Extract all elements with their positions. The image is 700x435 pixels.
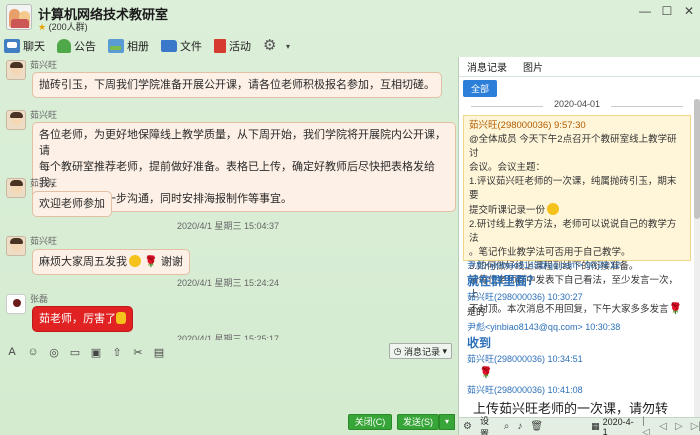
history-date[interactable]: 2020-4-1 (603, 417, 635, 435)
prev-page-icon[interactable]: ◁ (659, 421, 667, 432)
avatar[interactable] (6, 110, 26, 130)
first-page-icon[interactable]: |◁ (642, 416, 651, 435)
folder-icon (161, 40, 177, 52)
tab-album[interactable]: 相册 (108, 38, 149, 54)
speaker-icon[interactable]: ♪ (517, 421, 522, 432)
tab-files[interactable]: 文件 (161, 38, 202, 54)
date-separator: 2020-04-01 (459, 99, 695, 113)
panel-footer: ⚙ 设置 ⌕ ♪ 🗑 ▦ 2020-4-1 |◁ ◁ ▷ ▷| (459, 414, 700, 435)
sender-name: 张磊 (30, 294, 49, 304)
history-meta: 尹彪<yinbiao8143@qq.com> 10:30:38 (467, 322, 621, 332)
rose-icon: 🌹 (479, 367, 493, 379)
filter-row: 全部 (459, 78, 700, 98)
calendar-icon[interactable]: ▦ (591, 421, 600, 432)
gear-icon: ⚙ (263, 37, 277, 54)
close-icon[interactable]: ✕ (682, 4, 696, 18)
album-icon (108, 39, 124, 53)
window-controls: — ☐ ✕ (638, 4, 696, 18)
rose-icon: 🌹 (144, 256, 158, 268)
emoji-icon[interactable]: ☺ (27, 346, 39, 358)
upload-icon[interactable]: ⇧ (111, 346, 123, 359)
history-panel: 消息记录 图片 全部 2020-04-01 茹兴旺(298000036) 9:5… (458, 57, 700, 435)
maximize-icon[interactable]: ☐ (660, 4, 674, 18)
history-text: 收到 (467, 336, 492, 350)
panel-tabs: 消息记录 图片 (459, 57, 700, 77)
emoji-icon (129, 255, 141, 267)
tab-chat[interactable]: 聊天 (4, 38, 45, 54)
avatar[interactable] (6, 60, 26, 80)
send-button[interactable]: 发送(S) (397, 414, 439, 430)
timestamp: 2020/4/1 星期三 15:04:37 (176, 221, 280, 231)
font-icon[interactable]: A (6, 346, 18, 358)
star-icon: ★ (38, 22, 47, 32)
scrollbar-thumb[interactable] (694, 99, 700, 219)
message-bubble: 欢迎老师参加 (32, 191, 112, 217)
image-icon[interactable]: ▣ (90, 346, 102, 359)
message-bubble: 麻烦大家周五发我 🌹 谢谢 (32, 249, 190, 275)
tab-pictures[interactable]: 图片 (515, 59, 551, 74)
tab-notice[interactable]: 公告 (57, 38, 96, 54)
group-toolbar: 聊天 公告 相册 文件 活动 ⚙ ▾ (4, 36, 290, 56)
avatar[interactable] (6, 294, 26, 314)
send-options-chevron-icon[interactable]: ▾ (439, 414, 455, 430)
gear-icon[interactable]: ⚙ (463, 421, 472, 432)
message-input[interactable] (0, 362, 456, 412)
message-bubble: 抛砖引玉，下周我们学院准备开展公开课，请各位老师积极报名参加，互相切磋。 (32, 72, 442, 98)
history-meta: 茹兴旺(298000036) 10:30:27 (467, 292, 583, 302)
group-member-count: ★ (200人群) (38, 22, 88, 32)
more-icon[interactable]: ▤ (153, 346, 165, 359)
scrollbar[interactable] (694, 99, 700, 419)
chevron-down-icon[interactable]: ▾ (286, 42, 290, 51)
filter-all[interactable]: 全部 (463, 79, 498, 97)
clock-icon: ◷ (393, 345, 402, 356)
tab-message-history[interactable]: 消息记录 (459, 59, 515, 74)
settings-menu[interactable]: ⚙ (263, 37, 282, 54)
timestamp: 2020/4/1 星期三 15:25:17 (176, 334, 280, 340)
history-button[interactable]: ◷ 消息记录 ▾ (388, 343, 452, 359)
history-meta: 茹兴旺(298000036) 10:41:08 (467, 385, 583, 395)
close-button[interactable]: 关闭(C) (348, 414, 392, 430)
tab-events[interactable]: 活动 (214, 38, 251, 54)
history-text: 上传茹兴旺老师的一次课，请勿转 (473, 401, 669, 416)
avatar[interactable] (6, 178, 26, 198)
title-bar: 计算机网络技术教研室 ★ (200人群) — ☐ ✕ (0, 0, 700, 34)
last-page-icon[interactable]: ▷| (691, 421, 700, 432)
flag-icon (214, 39, 226, 53)
thumbs-up-icon (116, 312, 126, 324)
sender-name: 茹兴旺 (30, 236, 58, 246)
history-text: 是的 (467, 307, 486, 317)
message-bubble: 茹老师，厉害了 (32, 306, 133, 332)
input-toolbar: A ☺ ◎ ▭ ▣ ⇧ ✂ ▤ ◷ 消息记录 ▾ (0, 343, 456, 361)
group-avatar[interactable] (6, 4, 32, 30)
search-icon[interactable]: ⌕ (504, 421, 510, 432)
timestamp: 2020/4/1 星期三 15:24:24 (176, 278, 280, 288)
sender-name: 茹兴旺 (30, 110, 58, 120)
history-text: 就在群里面？ (467, 274, 540, 288)
settings-label[interactable]: 设置 (480, 414, 496, 435)
delete-icon[interactable]: 🗑 (530, 421, 543, 432)
sender-name: 茹兴旺 (30, 60, 58, 70)
next-page-icon[interactable]: ▷ (675, 421, 683, 432)
history-meta: 尹彪<yinbiao8143@qq.com> 10:29:12 (467, 260, 621, 270)
notice-message: 茹兴旺(298000036) 9:57:30 @全体成员 今天下午2点召开个教研… (463, 115, 691, 315)
avatar[interactable] (6, 236, 26, 256)
gif-icon[interactable]: ◎ (48, 346, 60, 359)
emoji-icon (547, 203, 560, 215)
vibrate-icon[interactable]: ▭ (69, 346, 81, 359)
chat-messages: 茹兴旺 抛砖引玉，下周我们学院准备开展公开课，请各位老师积极报名参加，互相切磋。… (0, 58, 456, 340)
screenshot-icon[interactable]: ✂ (132, 346, 144, 359)
notice-icon (57, 39, 71, 53)
rose-icon: 🌹 (668, 303, 683, 315)
chat-icon (4, 39, 20, 53)
sender-name: 茹兴旺 (30, 178, 58, 188)
minimize-icon[interactable]: — (638, 4, 652, 18)
history-meta: 茹兴旺(298000036) 10:34:51 (467, 354, 583, 364)
